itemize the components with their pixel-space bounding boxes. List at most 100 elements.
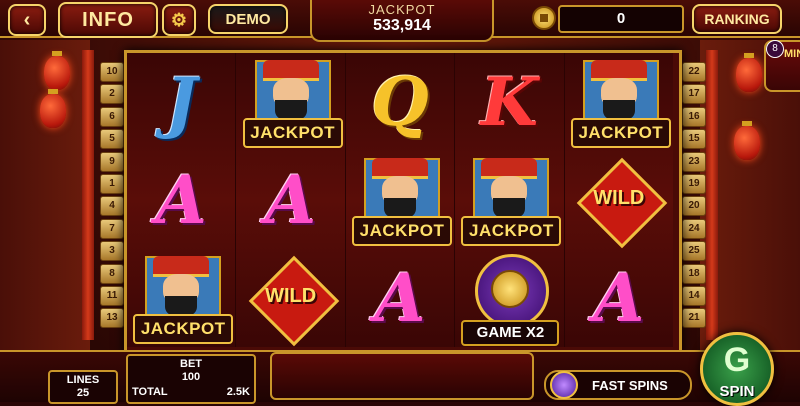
payline-number: 14	[682, 285, 706, 306]
reel-column: JACKPOT A WILD	[236, 53, 346, 347]
reel-cell: GAME X2	[455, 249, 563, 347]
bet-control[interactable]: BET 100 TOTAL 2.5K	[126, 354, 256, 404]
reels-grid: J A JACKPOT JACKPOT A WILD Q JACKPOT A K JACKPOT GA…	[127, 53, 674, 347]
coin-icon	[532, 6, 556, 30]
jackpot-symbol-label: JACKPOT	[352, 216, 453, 246]
payline-number: 18	[682, 263, 706, 284]
jackpot-panel: JACKPOT 533,914	[310, 0, 494, 42]
payline-number: 25	[682, 241, 706, 262]
payline-number: 13	[100, 308, 124, 329]
jackpot-symbol-label: JACKPOT	[461, 216, 562, 246]
letter-symbol: A	[593, 259, 645, 337]
payline-number: 11	[100, 285, 124, 306]
fast-spins-label: FAST SPINS	[592, 377, 668, 393]
payline-number: 4	[100, 196, 124, 217]
jackpot-symbol-label: JACKPOT	[570, 118, 671, 148]
mini-game-label: MINI GAME	[784, 48, 800, 60]
left-decor-panel	[0, 40, 90, 400]
gem-icon	[550, 371, 578, 399]
bet-label: BET	[180, 358, 202, 370]
lantern-icon	[44, 51, 70, 90]
reel-cell: JACKPOT	[565, 53, 673, 151]
letter-symbol: K	[480, 63, 539, 141]
bonus-game-label: GAME X2	[461, 320, 560, 346]
payline-number: 1	[100, 173, 124, 194]
payline-number: 9	[100, 151, 124, 172]
reel-cell: A	[127, 151, 235, 249]
bonus-game-symbol: GAME X2	[461, 252, 560, 346]
payline-number: 19	[682, 173, 706, 194]
payline-number: 10	[100, 62, 124, 82]
reel-cell: A	[565, 249, 673, 347]
payline-number: 2	[100, 84, 124, 105]
reel-cell: JACKPOT	[236, 53, 344, 151]
payline-number: 8	[100, 263, 124, 284]
mini-game-badge: 8	[766, 40, 784, 58]
reel-cell: K	[455, 53, 563, 151]
lines-control[interactable]: LINES 25	[48, 370, 118, 404]
jackpot-symbol: JACKPOT	[131, 252, 234, 344]
payline-number: 15	[682, 129, 706, 150]
payline-number: 17	[682, 84, 706, 105]
letter-symbol: J	[165, 63, 197, 141]
payline-number: 7	[100, 218, 124, 239]
reel-column: JACKPOT WILD A	[564, 53, 674, 347]
left-pillar	[82, 50, 94, 340]
lantern-icon	[736, 53, 762, 92]
reel-cell: WILD	[565, 151, 673, 249]
payline-number: 3	[100, 241, 124, 262]
jackpot-value: 533,914	[373, 17, 431, 34]
reel-cell: JACKPOT	[127, 249, 235, 347]
reel-cell: J	[127, 53, 235, 151]
payline-number: 23	[682, 151, 706, 172]
wild-symbol: WILD	[576, 157, 668, 249]
bet-value: 100	[181, 371, 201, 383]
payline-number: 16	[682, 106, 706, 127]
balance-display: 0	[558, 5, 684, 33]
payline-number: 21	[682, 308, 706, 329]
spin-button[interactable]: G SPIN	[700, 332, 774, 406]
payline-numbers-left: 10 2 6 5 9 1 4 7 3 8 11 13	[100, 62, 124, 331]
letter-symbol: Q	[371, 63, 429, 141]
ranking-button[interactable]: RANKING	[692, 4, 782, 34]
reel-cell: JACKPOT	[455, 151, 563, 249]
reel-cell: JACKPOT	[346, 151, 454, 249]
payline-number: 20	[682, 196, 706, 217]
letter-symbol: A	[374, 259, 426, 337]
wild-symbol: WILD	[248, 255, 339, 347]
gear-icon: ⚙	[170, 9, 188, 30]
chevron-left-icon: ‹	[23, 8, 31, 31]
reel-column: Q JACKPOT A	[345, 53, 456, 347]
lines-label: LINES	[66, 374, 100, 386]
settings-button[interactable]: ⚙	[162, 4, 196, 36]
fast-spins-toggle[interactable]: FAST SPINS	[544, 370, 692, 400]
info-button[interactable]: INFO	[58, 2, 158, 38]
total-value: 2.5K	[226, 386, 250, 398]
letter-symbol: A	[265, 161, 317, 239]
payline-number: 22	[682, 62, 706, 82]
payline-number: 6	[100, 106, 124, 127]
message-scroll-panel	[270, 352, 534, 400]
jackpot-label: JACKPOT	[368, 2, 436, 17]
wild-symbol-label: WILD	[593, 187, 645, 209]
reel-cell: WILD	[236, 249, 344, 347]
right-pillar	[706, 50, 718, 340]
lantern-icon	[40, 89, 66, 128]
jackpot-symbol: JACKPOT	[350, 154, 453, 246]
demo-button[interactable]: DEMO	[208, 4, 288, 34]
reel-cell: A	[236, 151, 344, 249]
payline-number: 24	[682, 218, 706, 239]
jackpot-symbol-label: JACKPOT	[133, 314, 234, 344]
spin-logo-icon: G	[723, 341, 751, 379]
letter-symbol: A	[155, 161, 207, 239]
jackpot-symbol: JACKPOT	[569, 56, 671, 148]
back-button[interactable]: ‹	[8, 4, 46, 36]
spin-label: SPIN	[719, 383, 755, 400]
reel-column: J A JACKPOT	[127, 53, 237, 347]
payline-number: 5	[100, 129, 124, 150]
reel-cell: A	[346, 249, 454, 347]
wild-symbol-label: WILD	[265, 285, 317, 307]
lines-value: 25	[76, 387, 90, 399]
reel-cell: Q	[346, 53, 454, 151]
jackpot-symbol: JACKPOT	[241, 56, 343, 148]
